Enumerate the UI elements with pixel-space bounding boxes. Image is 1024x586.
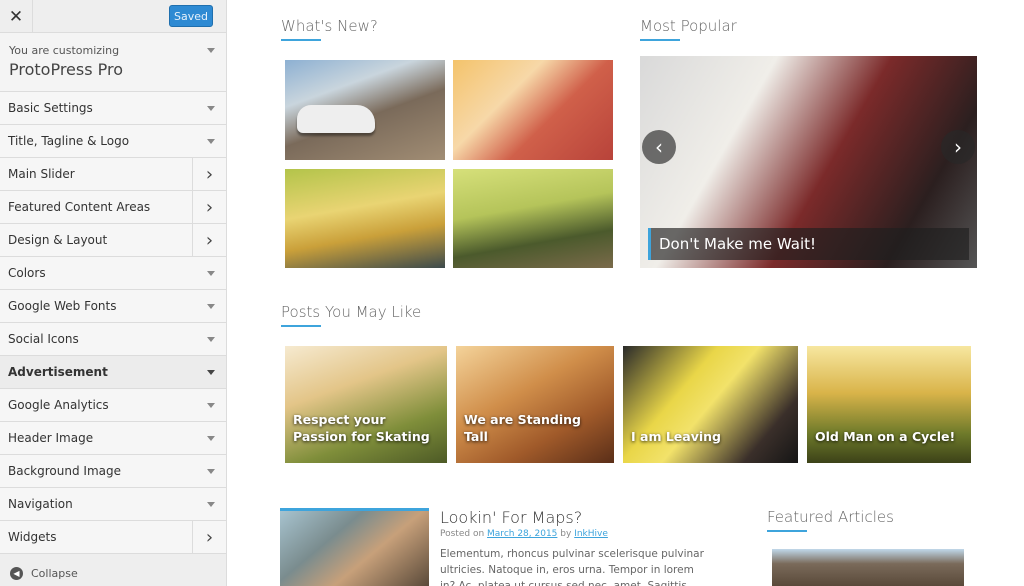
sidebar-item-label: Google Web Fonts xyxy=(8,299,117,313)
whats-new-image-bench[interactable] xyxy=(285,169,445,268)
post-card-title: Respect your Passion for Skating xyxy=(293,412,430,444)
chevron-down-icon xyxy=(207,106,215,111)
post-card[interactable]: I am Leaving xyxy=(623,346,798,463)
sidebar-item-google-web-fonts[interactable]: Google Web Fonts xyxy=(0,290,226,323)
article-excerpt: Elementum, rhoncus pulvinar scelerisque … xyxy=(440,548,704,586)
chevron-down-icon xyxy=(207,502,215,507)
posts-heading: Posts You May Like xyxy=(281,303,422,327)
chevron-down-icon xyxy=(207,370,215,375)
collapse-label: Collapse xyxy=(31,566,78,580)
chevron-down-icon xyxy=(207,48,215,53)
sidebar-item-label: Background Image xyxy=(8,464,121,478)
sidebar-item-basic-settings[interactable]: Basic Settings xyxy=(0,92,226,125)
chevron-down-icon xyxy=(207,337,215,342)
chevron-right-icon[interactable]: › xyxy=(192,191,226,223)
customizer-sidebar: ✕ Saved You are customizing ProtoPress P… xyxy=(0,0,227,586)
slider-prev-icon[interactable]: ‹ xyxy=(642,130,676,164)
most-popular-heading: Most Popular xyxy=(640,17,737,41)
theme-info[interactable]: You are customizing ProtoPress Pro xyxy=(0,33,226,92)
saved-button[interactable]: Saved xyxy=(169,5,213,27)
sidebar-item-google-analytics[interactable]: Google Analytics xyxy=(0,389,226,422)
customizing-label: You are customizing xyxy=(9,44,120,57)
sidebar-item-label: Title, Tagline & Logo xyxy=(8,134,130,148)
sidebar-item-label: Main Slider xyxy=(8,167,75,181)
post-card[interactable]: Respect your Passion for Skating xyxy=(285,346,447,463)
close-icon[interactable]: ✕ xyxy=(0,0,33,33)
whats-new-heading: What's New? xyxy=(281,17,378,41)
chevron-right-icon[interactable]: › xyxy=(192,224,226,256)
slider-caption[interactable]: Don't Make me Wait! xyxy=(648,228,969,260)
sidebar-item-featured-content-areas[interactable]: Featured Content Areas › xyxy=(0,191,226,224)
whats-new-image-car[interactable] xyxy=(285,60,445,160)
sidebar-item-label: Advertisement xyxy=(8,365,108,379)
sidebar-item-widgets[interactable]: Widgets › xyxy=(0,521,226,554)
chevron-down-icon xyxy=(207,436,215,441)
chevron-down-icon xyxy=(207,469,215,474)
whats-new-image-girl[interactable] xyxy=(453,60,613,160)
sidebar-item-label: Social Icons xyxy=(8,332,79,346)
post-card[interactable]: We are Standing Tall xyxy=(456,346,614,463)
sidebar-item-colors[interactable]: Colors xyxy=(0,257,226,290)
theme-name: ProtoPress Pro xyxy=(9,60,124,79)
sidebar-header: ✕ Saved xyxy=(0,0,226,33)
sidebar-item-label: Google Analytics xyxy=(8,398,109,412)
featured-article-image[interactable] xyxy=(772,549,964,586)
sidebar-item-title-tagline-logo[interactable]: Title, Tagline & Logo xyxy=(0,125,226,158)
post-card[interactable]: Old Man on a Cycle! xyxy=(807,346,971,463)
featured-articles-heading: Featured Articles xyxy=(767,508,894,532)
sidebar-item-label: Design & Layout xyxy=(8,233,108,247)
post-card-title: Old Man on a Cycle! xyxy=(815,429,956,444)
collapse-button[interactable]: ◀ Collapse xyxy=(0,560,226,586)
article-meta: Posted on March 28, 2015 by InkHive xyxy=(440,529,608,539)
sidebar-item-label: Widgets xyxy=(8,530,57,544)
chevron-right-icon[interactable]: › xyxy=(192,521,226,553)
chevron-down-icon xyxy=(207,139,215,144)
sidebar-item-label: Basic Settings xyxy=(8,101,93,115)
post-card-title: I am Leaving xyxy=(631,429,721,444)
article-title[interactable]: Lookin' For Maps? xyxy=(440,508,582,527)
post-card-title: We are Standing Tall xyxy=(464,412,581,444)
sidebar-item-social-icons[interactable]: Social Icons xyxy=(0,323,226,356)
popular-slider[interactable]: ‹ › Don't Make me Wait! xyxy=(640,56,977,268)
posted-on-label: Posted on xyxy=(440,529,485,539)
chevron-down-icon xyxy=(207,304,215,309)
article-author-link[interactable]: InkHive xyxy=(574,529,608,539)
chevron-down-icon xyxy=(207,271,215,276)
chevron-down-icon xyxy=(207,403,215,408)
chevron-right-icon[interactable]: › xyxy=(192,158,226,190)
collapse-arrow-icon: ◀ xyxy=(10,566,23,580)
sidebar-item-background-image[interactable]: Background Image xyxy=(0,455,226,488)
sidebar-item-label: Featured Content Areas xyxy=(8,200,151,214)
sidebar-item-label: Navigation xyxy=(8,497,73,511)
by-label: by xyxy=(560,529,572,539)
sidebar-item-advertisement[interactable]: Advertisement xyxy=(0,356,226,389)
sidebar-sections: Basic Settings Title, Tagline & Logo Main … xyxy=(0,92,226,554)
article-thumbnail[interactable] xyxy=(280,508,429,586)
article-date-link[interactable]: March 28, 2015 xyxy=(487,529,557,539)
sidebar-item-design-layout[interactable]: Design & Layout › xyxy=(0,224,226,257)
sidebar-item-label: Header Image xyxy=(8,431,94,445)
sidebar-item-header-image[interactable]: Header Image xyxy=(0,422,226,455)
preview-area: What's New? Most Popular ‹ › Don't Make … xyxy=(228,0,1024,586)
whats-new-image-rail[interactable] xyxy=(453,169,613,268)
sidebar-item-label: Colors xyxy=(8,266,46,280)
slider-next-icon[interactable]: › xyxy=(941,130,975,164)
sidebar-item-navigation[interactable]: Navigation xyxy=(0,488,226,521)
sidebar-item-main-slider[interactable]: Main Slider › xyxy=(0,158,226,191)
